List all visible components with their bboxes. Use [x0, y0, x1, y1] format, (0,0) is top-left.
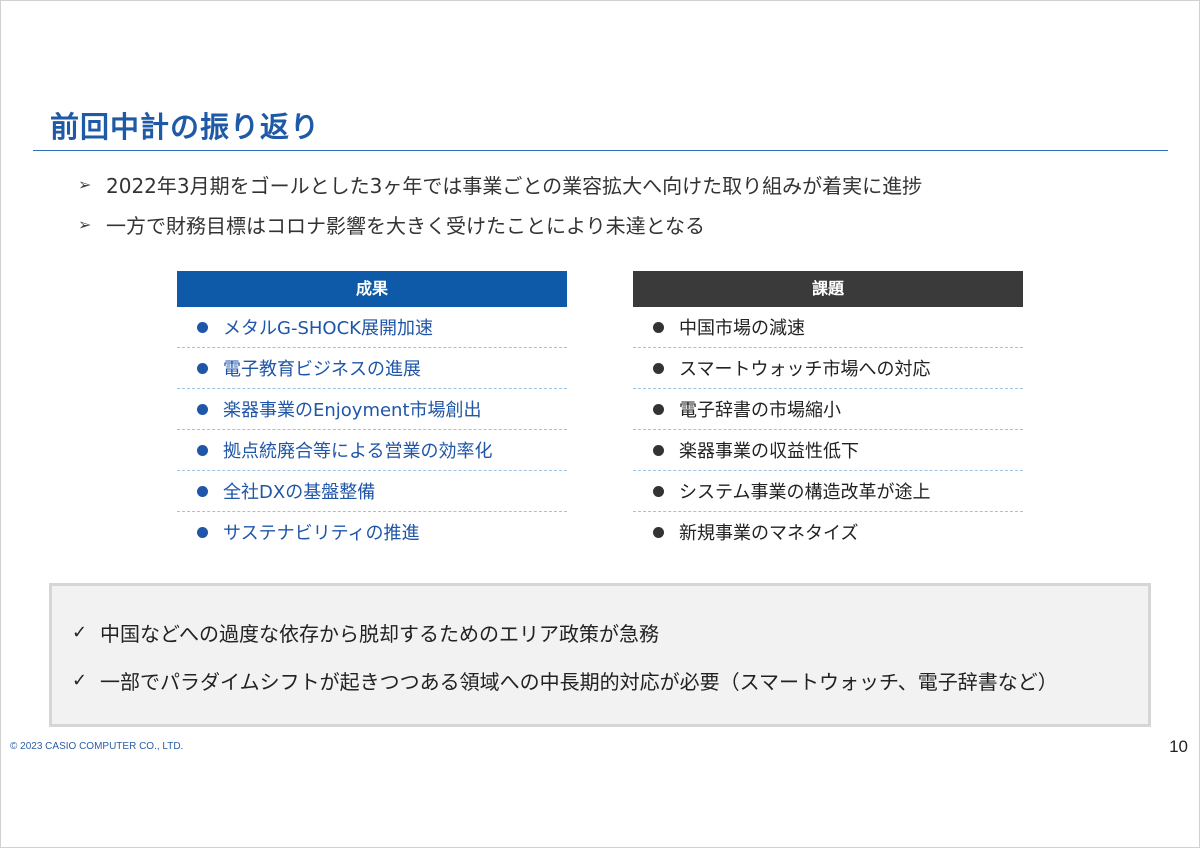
intro-bullet: ➢ 一方で財務目標はコロナ影響を大きく受けたことにより未達となる — [78, 206, 1138, 242]
intro-bullet-list: ➢ 2022年3月期をゴールとした3ヶ年では事業ごとの業容拡大へ向けた取り組みが… — [78, 166, 1138, 246]
title-divider — [33, 150, 1168, 151]
results-item: メタルG-SHOCK展開加速 — [177, 307, 567, 348]
dot-bullet-icon — [653, 444, 664, 456]
intro-bullet-text: 2022年3月期をゴールとした3ヶ年では事業ごとの業容拡大へ向けた取り組みが着実… — [106, 173, 923, 198]
dot-bullet-icon — [197, 362, 208, 374]
issues-header: 課題 — [633, 271, 1023, 307]
results-item-text: 電子教育ビジネスの進展 — [223, 359, 421, 380]
results-item-text: 楽器事業のEnjoyment市場創出 — [223, 400, 482, 421]
dot-bullet-icon — [197, 444, 208, 456]
issues-item: システム事業の構造改革が途上 — [633, 471, 1023, 512]
issues-item-text: 楽器事業の収益性低下 — [679, 441, 859, 462]
issues-item-text: 電子辞書の市場縮小 — [679, 400, 841, 421]
arrowhead-bullet-icon: ➢ — [78, 214, 92, 234]
results-item-text: サステナビリティの推進 — [223, 523, 420, 544]
copyright-notice: © 2023 CASIO COMPUTER CO., LTD. — [10, 741, 184, 752]
summary-item: ✓ 一部でパラダイムシフトが起きつつある領域への中長期的対応が必要（スマートウォ… — [72, 666, 1058, 695]
results-item-text: 拠点統廃合等による営業の効率化 — [223, 441, 493, 462]
dot-bullet-icon — [653, 526, 664, 538]
results-item: 楽器事業のEnjoyment市場創出 — [177, 389, 567, 430]
dot-bullet-icon — [653, 362, 664, 374]
results-item-text: 全社DXの基盤整備 — [223, 482, 376, 503]
dot-bullet-icon — [197, 321, 208, 333]
dot-bullet-icon — [653, 321, 664, 333]
results-column: 成果 メタルG-SHOCK展開加速 電子教育ビジネスの進展 楽器事業のEnjoy… — [177, 271, 567, 552]
issues-item-text: 中国市場の減速 — [679, 318, 805, 339]
summary-item-text: 中国などへの過度な依存から脱却するためのエリア政策が急務 — [100, 622, 659, 646]
issues-item: 中国市場の減速 — [633, 307, 1023, 348]
issues-item: 楽器事業の収益性低下 — [633, 430, 1023, 471]
issues-item: 新規事業のマネタイズ — [633, 512, 1023, 552]
dot-bullet-icon — [653, 485, 664, 497]
summary-box: ✓ 中国などへの過度な依存から脱却するためのエリア政策が急務 ✓ 一部でパラダイ… — [49, 583, 1151, 727]
check-icon: ✓ — [72, 670, 88, 691]
results-item: サステナビリティの推進 — [177, 512, 567, 552]
issues-item: 電子辞書の市場縮小 — [633, 389, 1023, 430]
dot-bullet-icon — [197, 403, 208, 415]
arrowhead-bullet-icon: ➢ — [78, 174, 92, 194]
results-item: 全社DXの基盤整備 — [177, 471, 567, 512]
issues-item-text: スマートウォッチ市場への対応 — [679, 359, 931, 380]
check-icon: ✓ — [72, 622, 88, 643]
issues-item-text: システム事業の構造改革が途上 — [679, 482, 931, 503]
summary-item: ✓ 中国などへの過度な依存から脱却するためのエリア政策が急務 — [72, 618, 659, 647]
results-item: 電子教育ビジネスの進展 — [177, 348, 567, 389]
results-header: 成果 — [177, 271, 567, 307]
dot-bullet-icon — [197, 526, 208, 538]
intro-bullet-text: 一方で財務目標はコロナ影響を大きく受けたことにより未達となる — [106, 213, 705, 238]
dot-bullet-icon — [653, 403, 664, 415]
results-item: 拠点統廃合等による営業の効率化 — [177, 430, 567, 471]
issues-column: 課題 中国市場の減速 スマートウォッチ市場への対応 電子辞書の市場縮小 楽器事業… — [633, 271, 1023, 552]
intro-bullet: ➢ 2022年3月期をゴールとした3ヶ年では事業ごとの業容拡大へ向けた取り組みが… — [78, 166, 1138, 202]
dot-bullet-icon — [197, 485, 208, 497]
summary-item-text: 一部でパラダイムシフトが起きつつある領域への中長期的対応が必要（スマートウォッチ… — [100, 670, 1058, 694]
issues-item: スマートウォッチ市場への対応 — [633, 348, 1023, 389]
page-number: 10 — [1169, 737, 1188, 756]
results-item-text: メタルG-SHOCK展開加速 — [223, 318, 433, 339]
issues-item-text: 新規事業のマネタイズ — [679, 523, 859, 544]
slide-title: 前回中計の振り返り — [50, 110, 321, 144]
